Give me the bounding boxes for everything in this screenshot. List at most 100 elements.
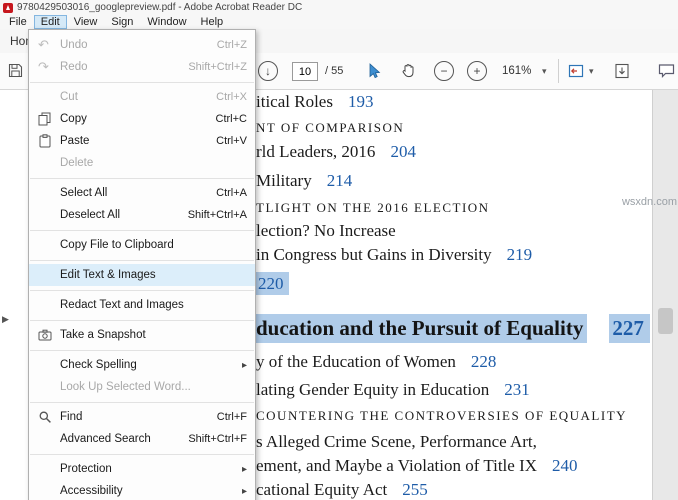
menu-item-undo: ↶ Undo Ctrl+Z [29,34,255,56]
menu-item-copy-file-to-clipboard[interactable]: Copy File to Clipboard [29,234,255,256]
page-number-input[interactable] [292,62,318,81]
redo-icon: ↷ [38,59,49,74]
toc-line: Military 214 [256,171,352,191]
scrollbar-thumb[interactable] [658,308,673,334]
menu-item-shortcut: Ctrl+F [216,411,247,423]
menu-file[interactable]: File [2,15,34,29]
minus-icon: − [440,64,448,78]
menu-item-protection[interactable]: Protection ▸ [29,458,255,480]
menu-separator [30,229,254,231]
zoom-out-button[interactable]: − [434,61,454,81]
toc-line: itical Roles 193 [256,92,373,112]
watermark: wsxdn.com [621,196,677,208]
toc-page-number: 228 [470,352,497,371]
menu-item-copy[interactable]: Copy Ctrl+C [29,108,255,130]
scrollbar-track[interactable] [652,90,678,500]
toc-entry-text: cational Equity Act [256,480,388,499]
toc-page-number-selected: 227 [609,314,650,343]
menu-item-label: Protection [60,463,112,475]
menu-item-find[interactable]: Find Ctrl+F [29,406,255,428]
menu-item-advanced-search[interactable]: Advanced Search Shift+Ctrl+F [29,428,255,450]
zoom-dropdown-caret-icon[interactable]: ▾ [542,66,547,77]
menu-item-delete: Delete [29,152,255,174]
page-display-icon[interactable] [568,63,584,79]
menu-item-label: Take a Snapshot [60,329,146,341]
toc-line: lection? No Increase [256,221,396,241]
toc-entry-text: y of the Education of Women [256,352,456,371]
toc-line: s Alleged Crime Scene, Performance Art, [256,432,537,452]
zoom-level-value[interactable]: 161% [502,65,531,77]
submenu-arrow-icon: ▸ [241,463,247,475]
zoom-in-button[interactable]: + [467,61,487,81]
menu-item-accessibility[interactable]: Accessibility ▸ [29,480,255,500]
toc-entry-text: NT OF COMPARISON [256,120,405,135]
toc-entry-text: in Congress but Gains in Diversity [256,245,492,264]
page-down-button[interactable]: ↓ [258,61,278,81]
submenu-arrow-icon: ▸ [241,485,247,497]
toc-entry-text: lating Gender Equity in Education [256,380,490,399]
comment-icon[interactable] [658,63,675,79]
save-icon[interactable] [8,63,23,78]
arrow-down-icon: ↓ [265,64,271,78]
menu-separator [30,401,254,403]
toc-line: in Congress but Gains in Diversity 219 [256,245,532,265]
menu-item-shortcut: Shift+Ctrl+A [187,209,247,221]
toc-heading-text-selected: ducation and the Pursuit of Equality [256,314,588,343]
toc-page-number: 204 [390,142,416,161]
toc-entry-text: itical Roles [256,92,333,111]
menu-item-label: Accessibility [60,485,123,497]
menu-separator [30,259,254,261]
menu-help[interactable]: Help [194,15,231,29]
menu-item-shortcut: Shift+Ctrl+Z [188,61,247,73]
page-display-caret-icon[interactable]: ▾ [589,66,594,77]
menu-edit[interactable]: Edit [33,15,67,29]
edit-menu-dropdown: ↶ Undo Ctrl+Z ↷ Redo Shift+Ctrl+Z Cut Ct… [28,29,256,500]
undo-icon: ↶ [38,37,49,52]
select-tool-icon[interactable] [366,63,382,79]
toc-page-number: 193 [347,92,374,111]
menu-item-edit-text-and-images[interactable]: Edit Text & Images [29,264,255,286]
menu-sign[interactable]: Sign [104,15,140,29]
menu-separator [30,289,254,291]
menu-separator [30,453,254,455]
menu-item-shortcut: Ctrl+Z [216,39,247,51]
find-icon [38,410,60,424]
fit-page-icon[interactable] [614,63,630,79]
toc-line: 220 [256,272,289,295]
toc-line: COUNTERING THE CONTROVERSIES OF EQUALITY [256,408,627,424]
menu-item-label: Check Spelling [60,359,137,371]
toc-entry-text: Military [256,171,312,190]
menu-item-take-a-snapshot[interactable]: Take a Snapshot [29,324,255,346]
menu-view[interactable]: View [67,15,105,29]
menu-item-check-spelling[interactable]: Check Spelling ▸ [29,354,255,376]
toc-entry-text: rld Leaders, 2016 [256,142,376,161]
page-count-label: / 55 [325,65,344,77]
menu-item-label: Paste [60,135,90,147]
menu-item-paste[interactable]: Paste Ctrl+V [29,130,255,152]
menu-item-shortcut: Ctrl+C [215,113,247,125]
toc-line: NT OF COMPARISON [256,120,404,136]
menu-item-label: Select All [60,187,108,199]
toc-line: rld Leaders, 2016 204 [256,142,416,162]
toc-line: lating Gender Equity in Education 231 [256,380,530,400]
menu-item-cut: Cut Ctrl+X [29,86,255,108]
menu-item-deselect-all[interactable]: Deselect All Shift+Ctrl+A [29,204,255,226]
submenu-arrow-icon: ▸ [241,359,247,371]
hand-tool-icon[interactable] [400,63,416,79]
menu-item-shortcut: Ctrl+X [216,91,247,103]
menu-item-select-all[interactable]: Select All Ctrl+A [29,182,255,204]
menu-item-redo: ↷ Redo Shift+Ctrl+Z [29,56,255,78]
expand-panel-arrow[interactable]: ▶ [2,314,9,325]
menu-item-redact-text-and-images[interactable]: Redact Text and Images [29,294,255,316]
camera-icon [38,328,60,342]
toc-page-number: 219 [506,245,533,264]
menu-item-shortcut: Ctrl+V [216,135,247,147]
toc-line: ement, and Maybe a Violation of Title IX… [256,456,578,476]
menu-item-label: Copy File to Clipboard [60,239,174,251]
menubar: File Edit View Sign Window Help [0,15,678,29]
titlebar: 9780429503016_googlepreview.pdf - Adobe … [0,0,678,15]
menu-window[interactable]: Window [140,15,193,29]
menu-item-label: Redact Text and Images [60,299,184,311]
toc-entry-text: TLIGHT ON THE 2016 ELECTION [256,200,490,215]
paste-icon [38,134,60,148]
